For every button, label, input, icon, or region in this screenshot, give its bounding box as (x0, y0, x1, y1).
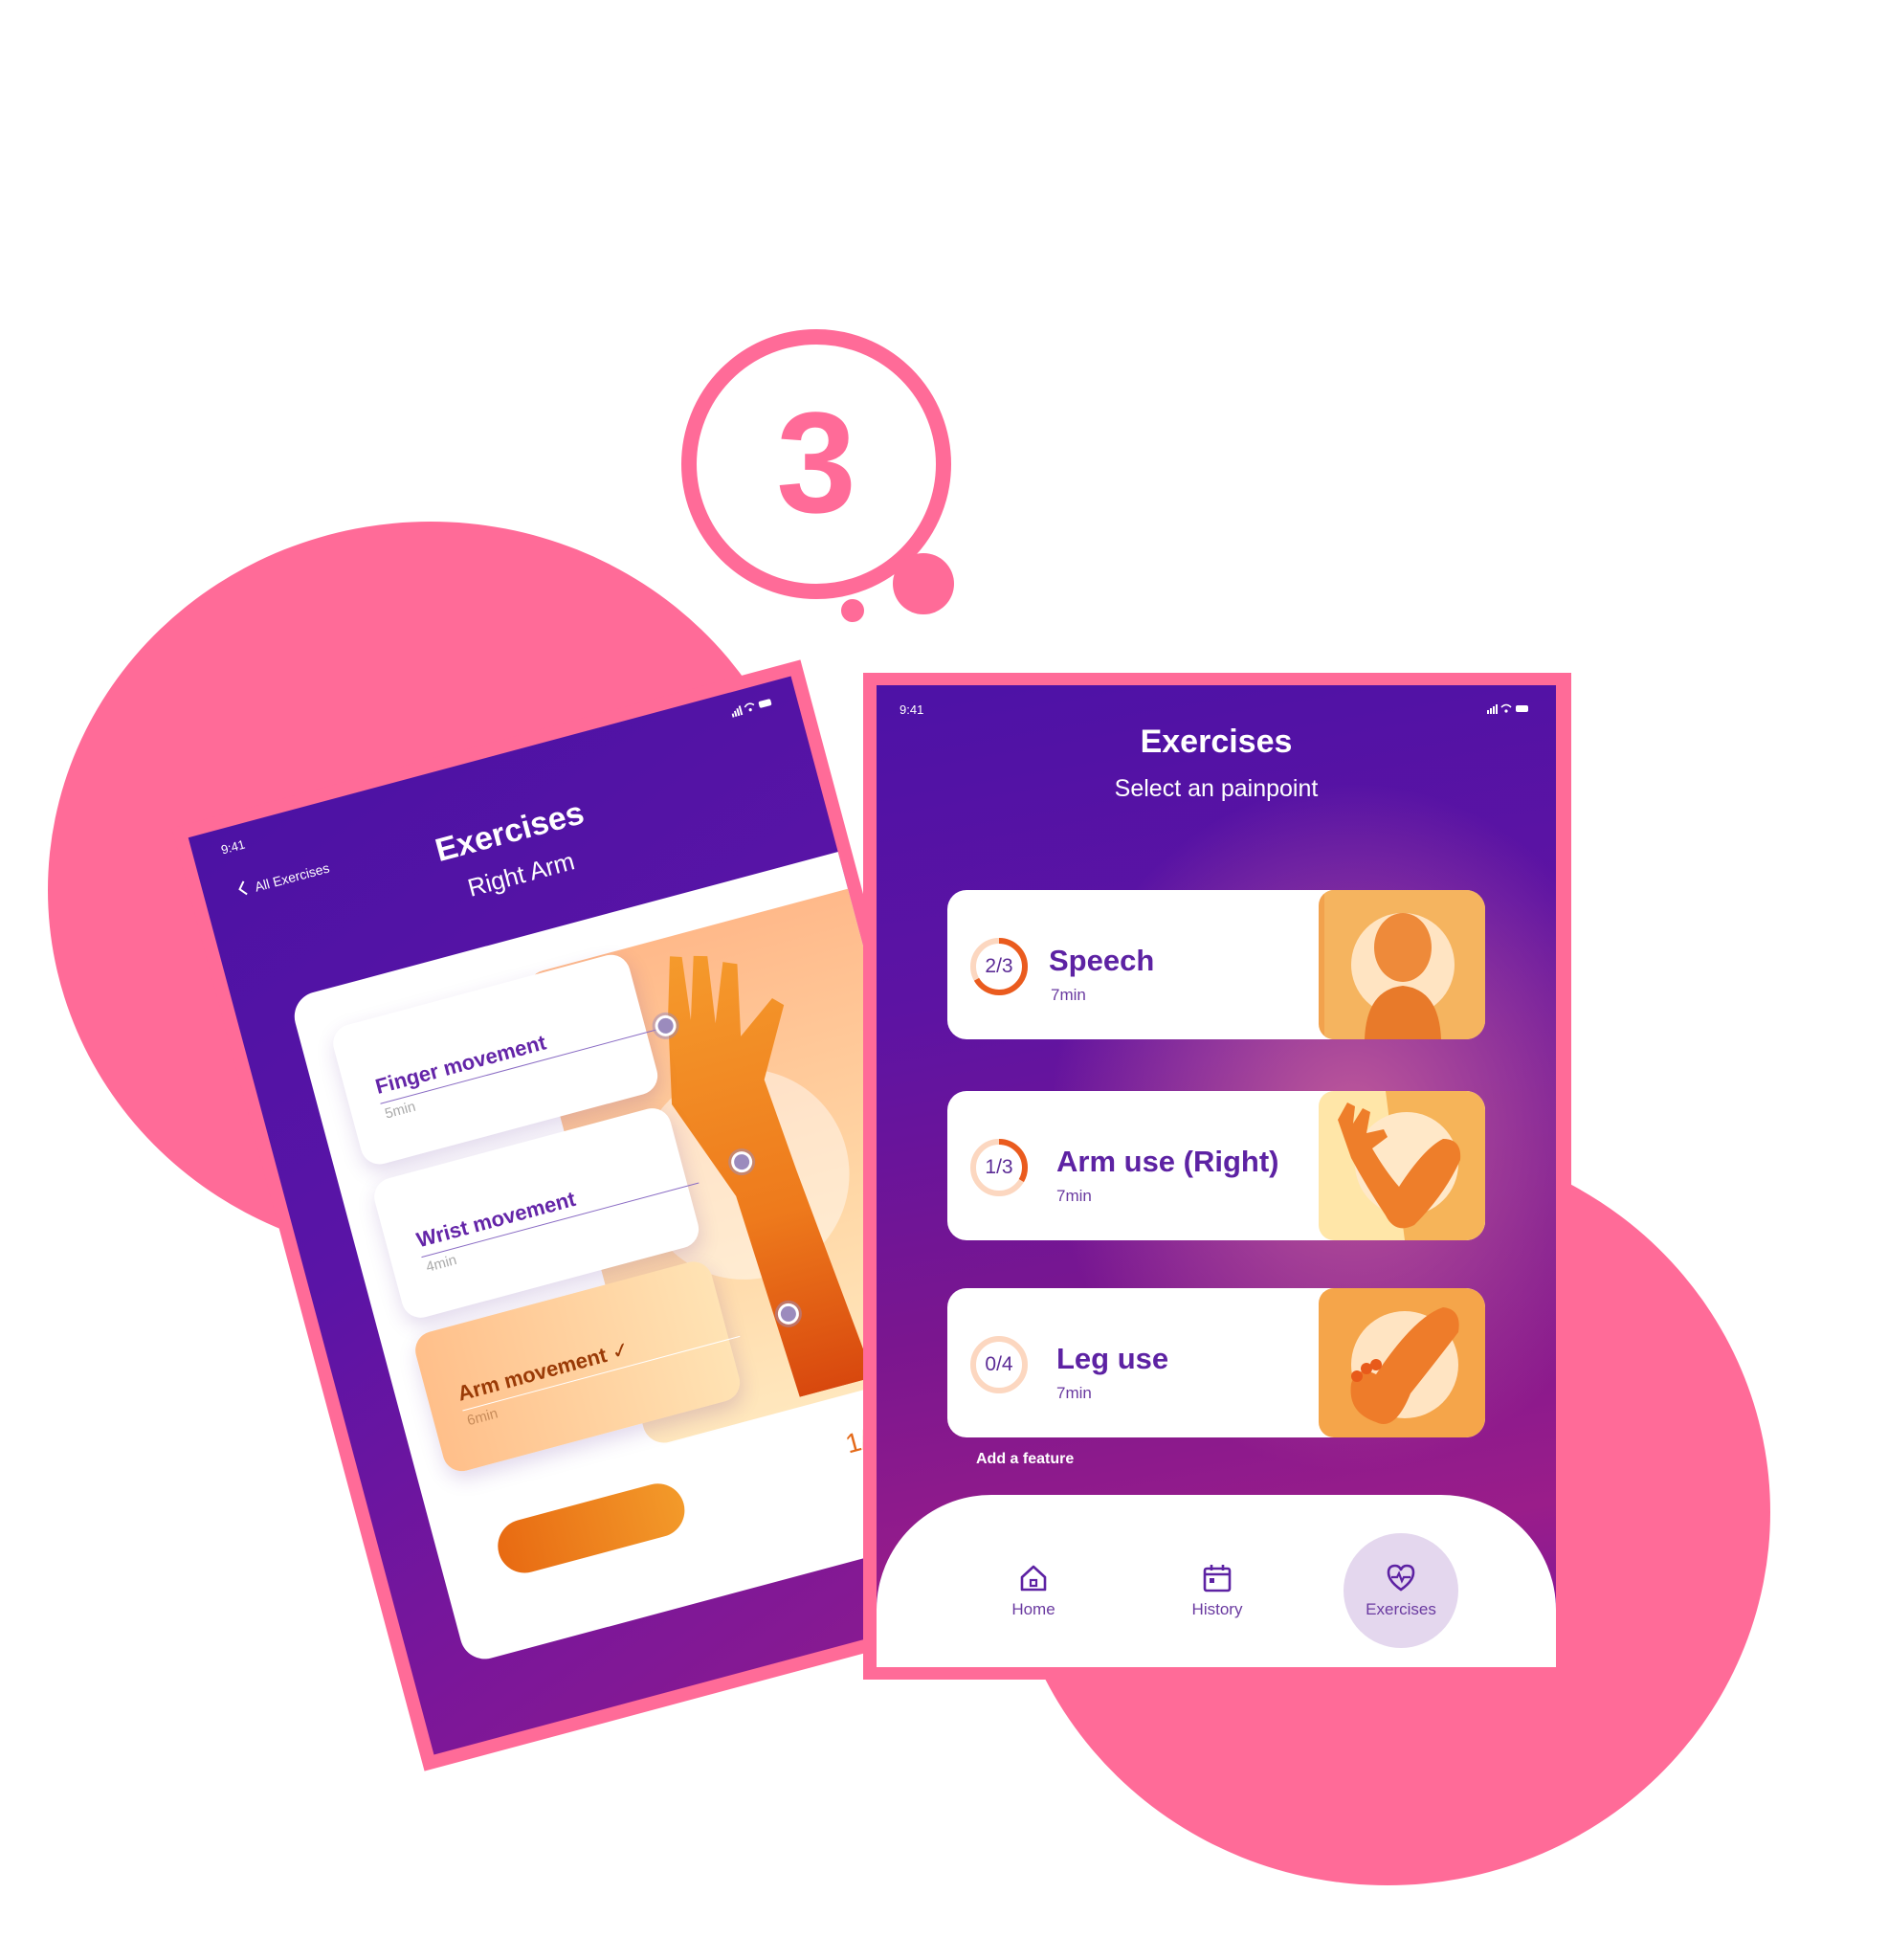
progress-count: 2/3 (985, 955, 1013, 977)
progress-count: 0/4 (985, 1353, 1013, 1375)
status-time: 9:41 (900, 702, 924, 717)
status-icons (1487, 702, 1529, 717)
exercise-name: Wrist movement (413, 1186, 579, 1253)
heart-pulse-icon (1387, 1564, 1415, 1592)
foot-icon (1319, 1288, 1485, 1437)
painpoint-name: Leg use (1056, 1342, 1169, 1375)
progress-count: 1/3 (985, 1156, 1013, 1178)
painpoint-name: Speech (1049, 944, 1155, 977)
home-icon (1020, 1565, 1047, 1592)
right-tablet-screen: 9:41 Exercises Select an painpoint 2/3 S… (877, 685, 1556, 1667)
tab-exercises[interactable]: Exercises (1344, 1533, 1458, 1648)
step-number: 3 (776, 382, 856, 543)
calendar-icon (1203, 1565, 1232, 1592)
check-icon: ✓ (609, 1336, 633, 1365)
tab-label: History (1191, 1600, 1243, 1618)
painpoint-card-speech[interactable]: 2/3 Speech 7min (947, 890, 1485, 1039)
badge-bubble-small (841, 599, 864, 622)
painpoint-card-leg[interactable]: 0/4 Leg use 7min (947, 1288, 1485, 1437)
painpoint-name: Arm use (Right) (1056, 1145, 1279, 1178)
tab-label: Home (1011, 1600, 1055, 1618)
painpoint-card-arm[interactable]: 1/3 Arm use (Right) 7min (947, 1091, 1485, 1240)
signal-wifi-battery-icon (1487, 703, 1528, 714)
badge-bubble-large (893, 553, 954, 614)
screen-title: Exercises (1140, 724, 1293, 760)
add-feature-link[interactable]: Add a feature (976, 1451, 1074, 1468)
exercise-name-text: Arm movement (455, 1343, 610, 1406)
painpoint-duration: 7min (1056, 1187, 1092, 1205)
status-icons (730, 696, 774, 721)
tab-history[interactable]: History (1160, 1533, 1275, 1648)
status-time: 9:41 (219, 836, 247, 858)
painpoint-duration: 7min (1051, 986, 1086, 1004)
tab-label: Exercises (1366, 1600, 1436, 1618)
painpoint-duration: 7min (1056, 1384, 1092, 1402)
bottom-tab-bar: Home History Exercises (877, 1495, 1556, 1667)
signal-wifi-battery-icon (731, 699, 772, 718)
head-icon (1319, 890, 1485, 1039)
tab-home[interactable]: Home (976, 1533, 1091, 1648)
arm-icon (1319, 1091, 1485, 1240)
screen-subtitle: Select an painpoint (1114, 775, 1319, 802)
